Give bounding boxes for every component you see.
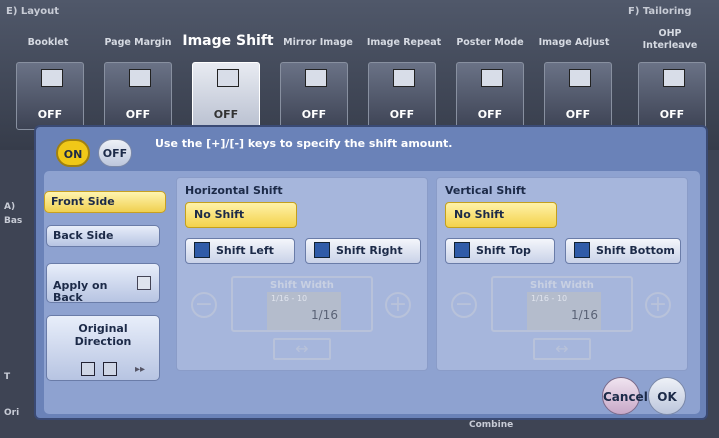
tab-ohp-interleave[interactable]: OHP Interleave: [632, 28, 708, 52]
shift-width-field[interactable]: 1/16 - 10 1/16: [527, 292, 601, 330]
tab-page-margin[interactable]: Page Margin: [98, 37, 178, 48]
shift-left-icon: [194, 242, 210, 258]
tab-image-repeat[interactable]: Image Repeat: [364, 37, 444, 48]
original-direction-button[interactable]: Original Direction ▸▸: [46, 315, 160, 381]
tile-status: OFF: [37, 108, 63, 121]
original-direction-label: Original Direction: [74, 322, 132, 348]
back-side-button[interactable]: Back Side: [46, 225, 160, 247]
front-side-button[interactable]: Front Side: [44, 191, 166, 213]
mirror-image-icon: [305, 69, 327, 87]
on-button[interactable]: ON: [56, 139, 90, 167]
image-repeat-icon: [393, 69, 415, 87]
shift-right-label: Shift Right: [336, 244, 403, 257]
background-section-a: A): [4, 202, 16, 212]
horizontal-shift-group: Horizontal Shift No Shift Shift Left Shi…: [176, 177, 428, 371]
tile-image-adjust[interactable]: OFF: [544, 62, 612, 130]
shift-width-label: Shift Width: [270, 280, 334, 291]
shift-width-range: 1/16 - 10: [531, 294, 568, 303]
shift-bottom-icon: [574, 242, 590, 258]
tile-poster-mode[interactable]: OFF: [456, 62, 524, 130]
instruction-text: Use the [+]/[-] keys to specify the shif…: [155, 137, 453, 150]
tab-image-adjust[interactable]: Image Adjust: [536, 37, 612, 48]
booklet-icon: [41, 69, 63, 87]
tile-page-margin[interactable]: OFF: [104, 62, 172, 130]
shift-bottom-label: Shift Bottom: [596, 244, 675, 257]
background-t-label: T: [4, 372, 11, 382]
shift-width-value: 1/16: [311, 308, 338, 322]
image-shift-icon: [217, 69, 239, 87]
vertical-arrow-icon[interactable]: ↔: [533, 338, 591, 360]
poster-mode-icon: [481, 69, 503, 87]
tile-image-repeat[interactable]: OFF: [368, 62, 436, 130]
shift-width-box: Shift Width 1/16 - 10 1/16: [231, 276, 373, 332]
shift-right-icon: [314, 242, 330, 258]
shift-bottom-button[interactable]: Shift Bottom: [565, 238, 681, 264]
tile-status: OFF: [389, 108, 415, 121]
vertical-shift-group: Vertical Shift No Shift Shift Top Shift …: [436, 177, 688, 371]
vertical-shift-title: Vertical Shift: [445, 184, 526, 197]
minus-button[interactable]: −: [451, 292, 477, 318]
background-basic-label: Bas: [4, 216, 23, 226]
ok-button[interactable]: OK: [648, 377, 686, 415]
tab-booklet[interactable]: Booklet: [18, 37, 78, 48]
tile-status: OFF: [659, 108, 685, 121]
apply-on-back-button[interactable]: Apply on Back: [46, 263, 160, 304]
vertical-no-shift-button[interactable]: No Shift: [445, 202, 557, 228]
tile-ohp-interleave[interactable]: OFF: [638, 62, 706, 130]
shift-left-label: Shift Left: [216, 244, 274, 257]
tile-status: OFF: [477, 108, 503, 121]
shift-width-value: 1/16: [571, 308, 598, 322]
settings-panel: Front Side Back Side Apply on Back Origi…: [44, 171, 700, 414]
tab-mirror-image[interactable]: Mirror Image: [280, 37, 356, 48]
apply-on-back-label: Apply on Back: [53, 279, 108, 304]
off-button[interactable]: OFF: [98, 139, 132, 167]
page-margin-icon: [129, 69, 151, 87]
horizontal-shift-title: Horizontal Shift: [185, 184, 283, 197]
minus-button[interactable]: −: [191, 292, 217, 318]
plus-button[interactable]: +: [645, 292, 671, 318]
background-orig-label: Ori: [4, 408, 20, 418]
shift-width-box: Shift Width 1/16 - 10 1/16: [491, 276, 633, 332]
shift-width-field[interactable]: 1/16 - 10 1/16: [267, 292, 341, 330]
tab-poster-mode[interactable]: Poster Mode: [450, 37, 530, 48]
layout-section-label: E) Layout: [6, 6, 59, 17]
plus-button[interactable]: +: [385, 292, 411, 318]
cancel-button[interactable]: Cancel: [602, 377, 648, 415]
portrait-orientation-icon: [81, 362, 95, 376]
shift-left-button[interactable]: Shift Left: [185, 238, 295, 264]
background-combine-label: Combine: [469, 420, 514, 430]
shift-top-button[interactable]: Shift Top: [445, 238, 555, 264]
tile-status: OFF: [213, 108, 239, 121]
horizontal-arrow-icon[interactable]: ↔: [273, 338, 331, 360]
tile-image-shift[interactable]: OFF: [192, 62, 260, 130]
ohp-interleave-icon: [663, 69, 685, 87]
tile-mirror-image[interactable]: OFF: [280, 62, 348, 130]
tile-status: OFF: [565, 108, 591, 121]
tile-status: OFF: [125, 108, 151, 121]
shift-width-range: 1/16 - 10: [271, 294, 308, 303]
tile-status: OFF: [301, 108, 327, 121]
shift-top-label: Shift Top: [476, 244, 531, 257]
image-adjust-icon: [569, 69, 591, 87]
tab-image-shift[interactable]: Image Shift: [180, 33, 276, 49]
shift-right-button[interactable]: Shift Right: [305, 238, 421, 264]
tile-booklet[interactable]: OFF: [16, 62, 84, 130]
more-arrow-icon: ▸▸: [135, 364, 146, 375]
image-shift-dialog: ON OFF Use the [+]/[-] keys to specify t…: [34, 125, 708, 420]
shift-width-label: Shift Width: [530, 280, 594, 291]
horizontal-no-shift-button[interactable]: No Shift: [185, 202, 297, 228]
landscape-orientation-icon: [103, 362, 117, 376]
shift-top-icon: [454, 242, 470, 258]
tailoring-section-label: F) Tailoring: [628, 6, 692, 17]
apply-on-back-checkbox[interactable]: [137, 276, 151, 290]
